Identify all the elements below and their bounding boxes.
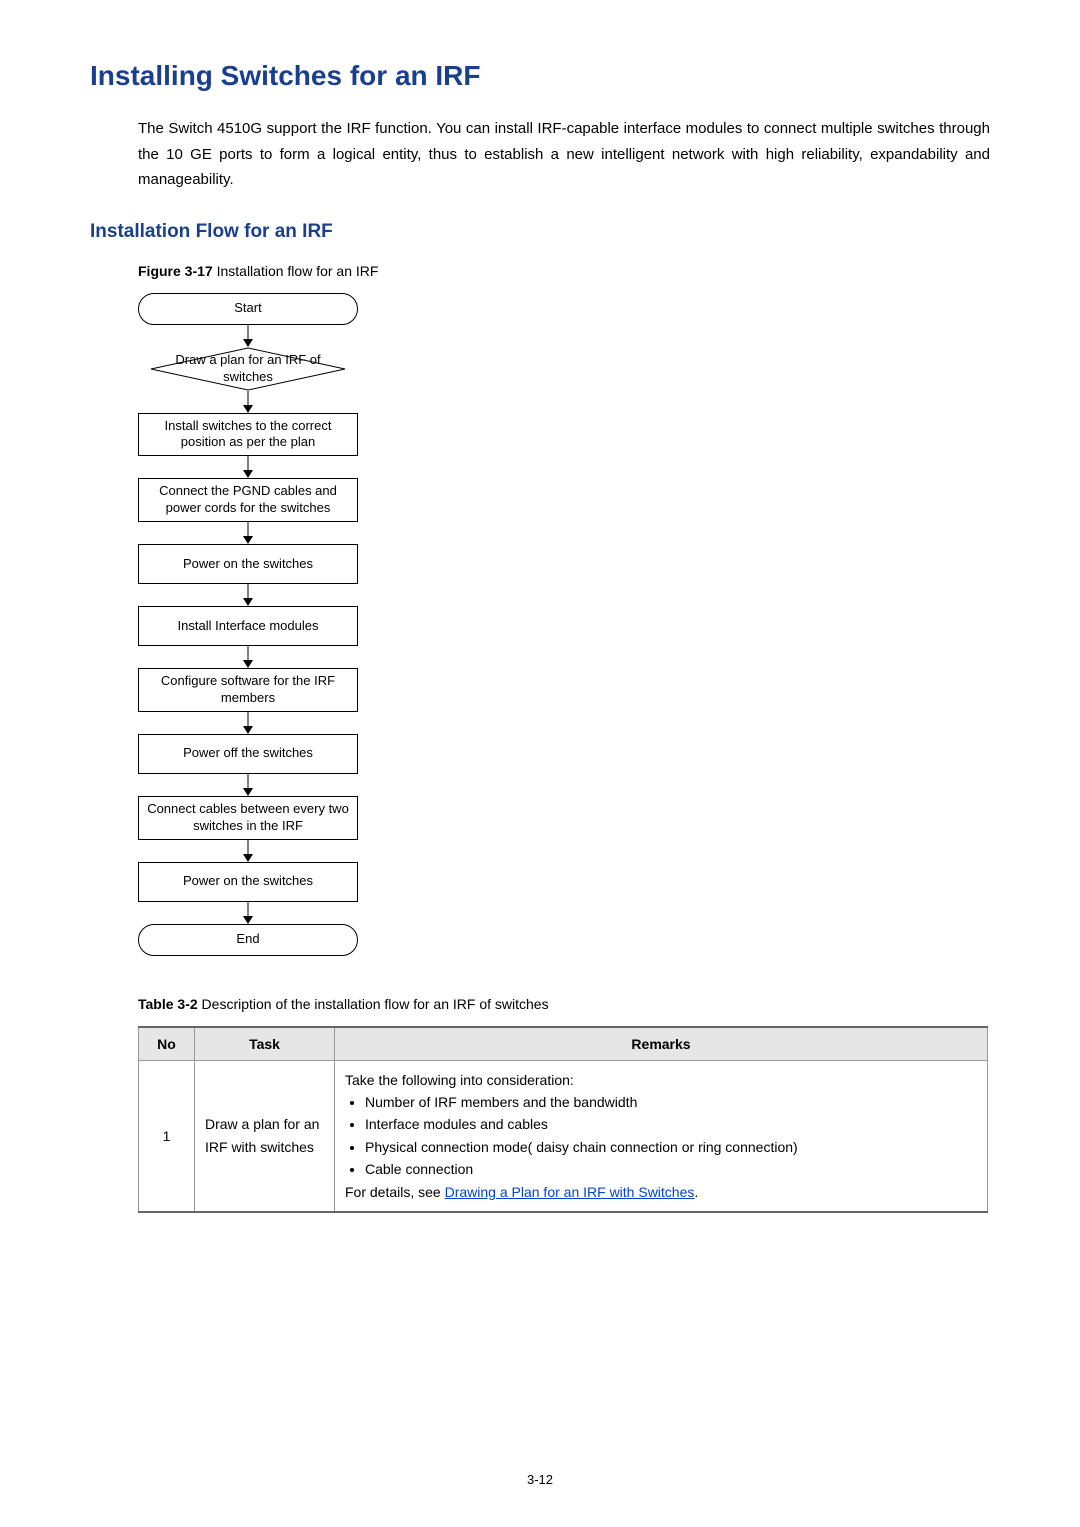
cell-task: Draw a plan for an IRF with switches — [195, 1060, 335, 1212]
intro-paragraph: The Switch 4510G support the IRF functio… — [138, 116, 990, 193]
installation-flow-table: No Task Remarks 1 Draw a plan for an IRF… — [138, 1026, 988, 1213]
flow-arrow — [138, 840, 358, 862]
th-no: No — [139, 1027, 195, 1061]
flow-end: End — [138, 924, 358, 956]
flow-arrow — [138, 456, 358, 478]
table-row: 1 Draw a plan for an IRF with switches T… — [139, 1060, 988, 1212]
figure-title: Installation flow for an IRF — [217, 263, 379, 279]
flow-arrow — [138, 325, 358, 347]
remarks-trail: For details, see Drawing a Plan for an I… — [345, 1181, 977, 1203]
flow-step: Install switches to the correct position… — [138, 413, 358, 457]
cell-no: 1 — [139, 1060, 195, 1212]
remarks-trail-post: . — [694, 1184, 698, 1200]
flowchart: Start Draw a plan for an IRF of switches… — [138, 293, 378, 956]
flow-arrow — [138, 712, 358, 734]
flow-arrow — [138, 584, 358, 606]
flow-arrow — [138, 902, 358, 924]
remarks-link[interactable]: Drawing a Plan for an IRF with Switches — [445, 1184, 695, 1200]
flow-step: Power off the switches — [138, 734, 358, 774]
flow-step: Connect the PGND cables and power cords … — [138, 478, 358, 522]
table-title: Description of the installation flow for… — [202, 996, 549, 1012]
flow-step: Connect cables between every two switche… — [138, 796, 358, 840]
flow-arrow — [138, 646, 358, 668]
page-number: 3-12 — [0, 1472, 1080, 1487]
flow-step: Power on the switches — [138, 544, 358, 584]
list-item: Interface modules and cables — [365, 1113, 977, 1135]
table-container: No Task Remarks 1 Draw a plan for an IRF… — [138, 1026, 990, 1213]
remarks-list: Number of IRF members and the bandwidth … — [365, 1091, 977, 1181]
table-caption: Table 3-2 Description of the installatio… — [138, 996, 990, 1012]
th-remarks: Remarks — [335, 1027, 988, 1061]
flow-arrow — [138, 391, 358, 413]
table-label: Table 3-2 — [138, 996, 198, 1012]
flow-step: Configure software for the IRF members — [138, 668, 358, 712]
remarks-trail-pre: For details, see — [345, 1184, 445, 1200]
list-item: Cable connection — [365, 1158, 977, 1180]
figure-caption: Figure 3-17 Installation flow for an IRF — [138, 263, 990, 279]
flow-arrow — [138, 522, 358, 544]
th-task: Task — [195, 1027, 335, 1061]
cell-remarks: Take the following into consideration: N… — [335, 1060, 988, 1212]
list-item: Physical connection mode( daisy chain co… — [365, 1136, 977, 1158]
section-heading: Installation Flow for an IRF — [90, 221, 990, 243]
flow-start: Start — [138, 293, 358, 325]
flow-decision: Draw a plan for an IRF of switches — [138, 347, 358, 391]
remarks-lead: Take the following into consideration: — [345, 1069, 977, 1091]
flow-arrow — [138, 774, 358, 796]
list-item: Number of IRF members and the bandwidth — [365, 1091, 977, 1113]
figure-label: Figure 3-17 — [138, 263, 213, 279]
flow-step: Power on the switches — [138, 862, 358, 902]
page-heading: Installing Switches for an IRF — [90, 60, 990, 92]
flow-decision-text: Draw a plan for an IRF of switches — [138, 352, 358, 385]
flow-step: Install Interface modules — [138, 606, 358, 646]
